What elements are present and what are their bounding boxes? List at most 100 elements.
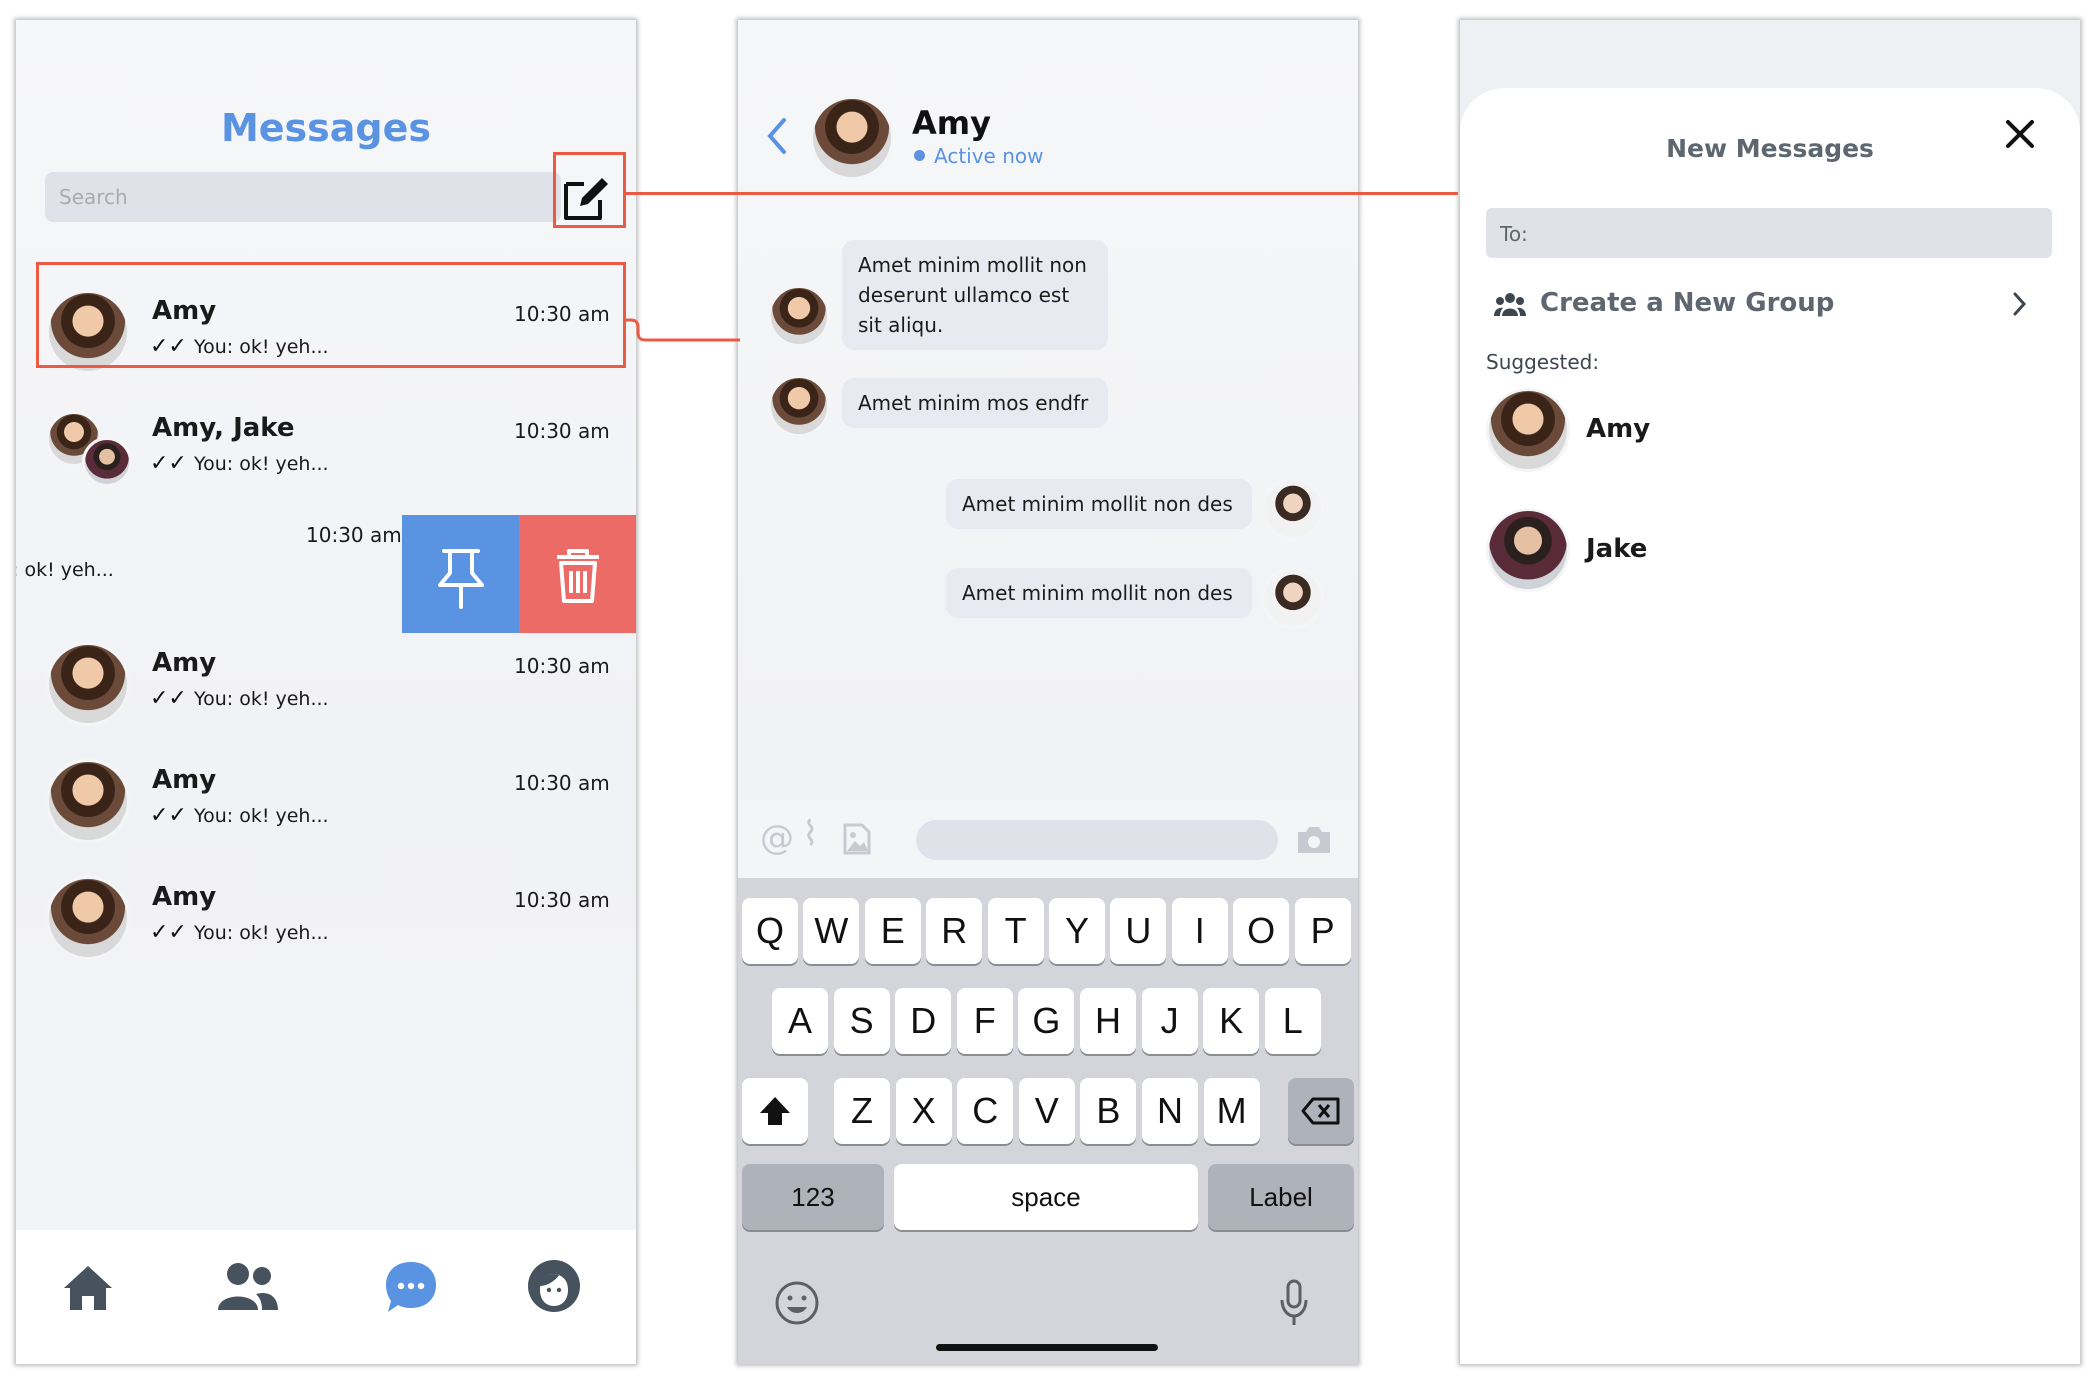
message-bubble-sent: Amet minim mollit non des [946, 479, 1252, 529]
key-s[interactable]: S [833, 988, 890, 1054]
to-field[interactable]: To: [1486, 208, 2052, 258]
avatar [1486, 508, 1570, 592]
close-icon [2006, 120, 2034, 148]
key-c[interactable]: C [957, 1078, 1014, 1144]
backspace-icon [1301, 1097, 1340, 1125]
key-a[interactable]: A [772, 988, 828, 1054]
contact-name: Amy [152, 648, 217, 678]
profile-icon[interactable] [526, 1258, 582, 1318]
return-key[interactable]: Label [1208, 1164, 1354, 1230]
key-i[interactable]: I [1171, 898, 1228, 964]
avatar [46, 759, 130, 843]
conversation-row[interactable]: Amy 10:30 am ✓✓ You: ok! yeh... [16, 856, 636, 966]
key-q[interactable]: Q [742, 898, 798, 964]
avatar [768, 375, 830, 437]
messages-list-screen: Messages Search Amy 10:30 am ✓✓ You: ok!… [16, 20, 636, 1364]
home-icon[interactable] [60, 1258, 116, 1318]
chevron-right-icon [2012, 290, 2028, 322]
chat-screen: Amy Active now Amet minim mollit non des… [738, 20, 1358, 1364]
friends-icon[interactable] [216, 1260, 280, 1318]
delete-button[interactable] [519, 515, 636, 633]
message-input[interactable] [916, 820, 1278, 860]
key-h[interactable]: H [1080, 988, 1136, 1054]
conversation-row-swiped[interactable]: 10:30 am : ok! yeh... [16, 495, 636, 633]
message-preview: You: ok! yeh... [194, 922, 329, 944]
key-m[interactable]: M [1203, 1078, 1260, 1144]
key-l[interactable]: L [1264, 988, 1321, 1054]
status-dot [914, 150, 925, 161]
camera-icon[interactable] [1294, 824, 1334, 860]
new-message-screen: New Messages To: Create a New Group Sugg… [1460, 20, 2080, 1364]
key-y[interactable]: Y [1049, 898, 1105, 964]
contact-name: Amy [152, 882, 217, 912]
key-o[interactable]: O [1233, 898, 1290, 964]
to-label: To: [1500, 222, 1528, 246]
suggested-label: Suggested: [1486, 350, 1600, 374]
message-preview: You: ok! yeh... [194, 453, 329, 475]
timestamp: 10:30 am [514, 419, 610, 443]
trash-icon [557, 549, 599, 603]
image-icon[interactable] [842, 822, 872, 860]
flow-connector [626, 192, 1458, 195]
key-z[interactable]: Z [834, 1078, 890, 1144]
create-group-label: Create a New Group [1540, 288, 1835, 318]
chat-icon[interactable] [382, 1258, 440, 1320]
numbers-key[interactable]: 123 [742, 1164, 884, 1230]
search-input[interactable]: Search [45, 172, 561, 222]
backspace-key[interactable] [1288, 1078, 1354, 1144]
key-g[interactable]: G [1018, 988, 1075, 1054]
message-preview: : ok! yeh... [16, 559, 114, 581]
timestamp: 10:30 am [514, 771, 610, 795]
contact-name: Amy [152, 765, 217, 795]
timestamp: 10:30 am [306, 523, 402, 547]
key-e[interactable]: E [864, 898, 921, 964]
shift-icon [760, 1097, 790, 1125]
message-preview: You: ok! yeh... [194, 688, 329, 710]
close-button[interactable] [2002, 116, 2038, 156]
timestamp: 10:30 am [514, 888, 610, 912]
create-group-row[interactable]: Create a New Group [1486, 284, 2052, 326]
shift-key[interactable] [742, 1078, 808, 1144]
contact-avatar [810, 96, 894, 180]
key-j[interactable]: J [1141, 988, 1198, 1054]
key-x[interactable]: X [895, 1078, 952, 1144]
key-b[interactable]: B [1080, 1078, 1137, 1144]
key-p[interactable]: P [1294, 898, 1351, 964]
key-u[interactable]: U [1110, 898, 1167, 964]
space-key[interactable]: space [894, 1164, 1198, 1230]
stage: Messages Search Amy 10:30 am ✓✓ You: ok!… [0, 0, 2098, 1386]
suggested-contact[interactable]: Amy [1486, 388, 2052, 478]
key-k[interactable]: K [1203, 988, 1260, 1054]
key-t[interactable]: T [987, 898, 1044, 964]
bottom-nav [16, 1230, 636, 1364]
pin-button[interactable] [402, 515, 520, 633]
key-d[interactable]: D [895, 988, 952, 1054]
message-preview: You: ok! yeh... [194, 805, 329, 827]
conversation-highlight [36, 262, 626, 368]
avatar [1486, 388, 1570, 472]
suggested-contact[interactable]: Jake [1486, 508, 2052, 598]
conversation-row[interactable]: Amy 10:30 am ✓✓ You: ok! yeh... [16, 622, 636, 732]
message-bubble-received: Amet minim mos endfr [842, 378, 1108, 428]
key-r[interactable]: R [926, 898, 983, 964]
message-bubble-received: Amet minim mollit non deserunt ullamco e… [842, 240, 1108, 350]
timestamp: 10:30 am [514, 654, 610, 678]
back-button[interactable] [764, 116, 788, 160]
key-f[interactable]: F [956, 988, 1013, 1054]
key-v[interactable]: V [1018, 1078, 1075, 1144]
page-title: Messages [220, 106, 432, 150]
message-bubble-sent: Amet minim mollit non des [946, 568, 1252, 618]
attachment-icon[interactable]: ⌇ [802, 814, 819, 854]
input-toolbar: @ ⌇ [738, 800, 1358, 878]
conversation-row[interactable]: Amy 10:30 am ✓✓ You: ok! yeh... [16, 739, 636, 849]
microphone-icon[interactable] [1278, 1278, 1310, 1332]
avatar [1262, 478, 1324, 540]
emoji-icon[interactable] [774, 1280, 820, 1330]
conversation-row[interactable]: Amy, Jake 10:30 am ✓✓ You: ok! yeh... [16, 387, 636, 497]
mention-icon[interactable]: @ [760, 818, 794, 858]
group-icon [1494, 292, 1526, 322]
avatar [82, 437, 132, 487]
compose-highlight [553, 152, 626, 228]
key-w[interactable]: W [803, 898, 860, 964]
key-n[interactable]: N [1142, 1078, 1198, 1144]
